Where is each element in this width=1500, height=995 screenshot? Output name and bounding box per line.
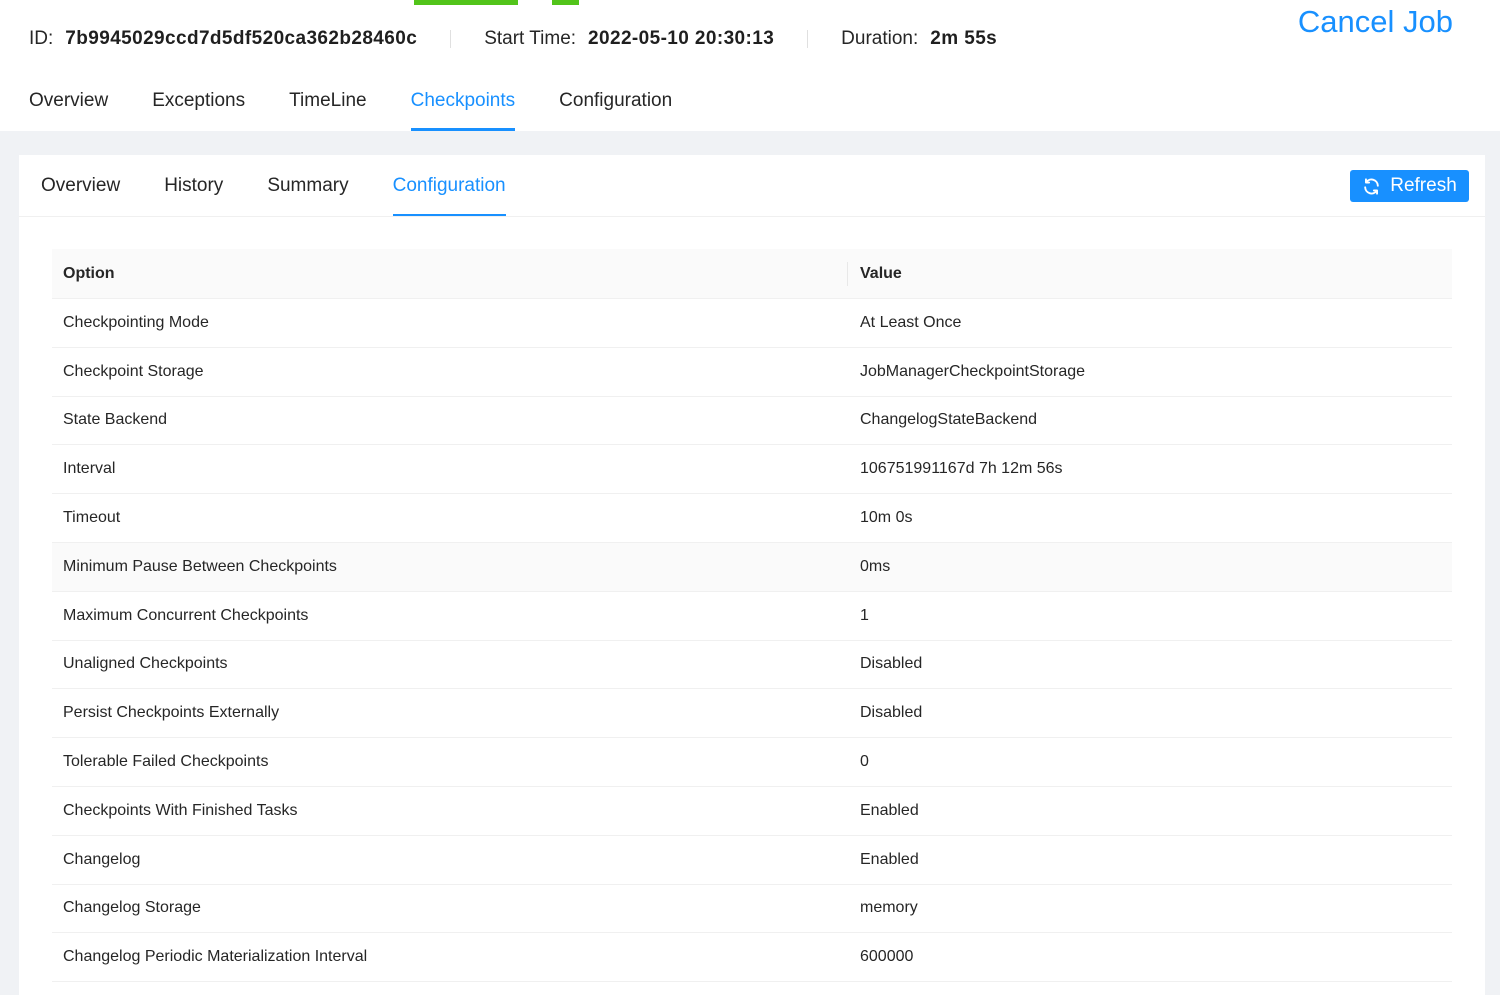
value-cell: 10m 0s bbox=[860, 509, 913, 527]
option-cell: Maximum Concurrent Checkpoints bbox=[63, 606, 309, 624]
option-cell: Changelog bbox=[63, 850, 141, 868]
value-cell: 1 bbox=[860, 606, 869, 624]
table-row: Tolerable Failed Checkpoints 0 bbox=[52, 738, 1452, 787]
start-time-label: Start Time: bbox=[484, 28, 577, 49]
job-header: ID: 7b9945029ccd7d5df520ca362b28460c Sta… bbox=[0, 0, 1500, 131]
value-cell: 106751991167d 7h 12m 56s bbox=[860, 460, 1063, 478]
option-cell: Changelog Periodic Materialization Inter… bbox=[63, 948, 368, 966]
status-indicator bbox=[414, 0, 518, 5]
divider bbox=[19, 216, 1485, 217]
subtab-history[interactable]: History bbox=[164, 155, 223, 217]
option-cell: Minimum Pause Between Checkpoints bbox=[63, 557, 337, 575]
table-header: Option Value bbox=[52, 249, 1452, 299]
table-row: Interval 106751991167d 7h 12m 56s bbox=[52, 445, 1452, 495]
tab-exceptions[interactable]: Exceptions bbox=[152, 80, 245, 131]
option-cell: Checkpointing Mode bbox=[63, 313, 209, 331]
table-row: Changelog Periodic Materialization Inter… bbox=[52, 933, 1452, 983]
value-cell: Disabled bbox=[860, 655, 923, 673]
cancel-job-link[interactable]: Cancel Job bbox=[1298, 4, 1453, 40]
tab-configuration[interactable]: Configuration bbox=[559, 80, 672, 131]
value-cell: Disabled bbox=[860, 704, 923, 722]
value-cell: 600000 bbox=[860, 948, 914, 966]
option-cell: Checkpoint Storage bbox=[63, 362, 204, 380]
table-row: Checkpoint Storage JobManagerCheckpointSt… bbox=[52, 348, 1452, 397]
value-cell: memory bbox=[860, 899, 918, 917]
subtab-overview[interactable]: Overview bbox=[41, 155, 120, 217]
divider bbox=[450, 30, 452, 48]
duration: Duration: 2m 55s bbox=[841, 28, 997, 50]
refresh-label: Refresh bbox=[1390, 175, 1457, 196]
job-meta: ID: 7b9945029ccd7d5df520ca362b28460c Sta… bbox=[29, 26, 997, 52]
value-cell: 0 bbox=[860, 753, 869, 771]
option-cell: Tolerable Failed Checkpoints bbox=[63, 753, 269, 771]
table-row: Persist Checkpoints Externally Disabled bbox=[52, 689, 1452, 739]
table-row: Changelog Storage memory bbox=[52, 885, 1452, 934]
duration-label: Duration: bbox=[841, 28, 919, 49]
value-cell: JobManagerCheckpointStorage bbox=[860, 362, 1086, 380]
option-cell: Interval bbox=[63, 460, 116, 478]
column-header-option: Option bbox=[52, 249, 848, 298]
table-body: Checkpointing Mode At Least Once Checkpoin… bbox=[52, 299, 1452, 983]
option-cell: Checkpoints With Finished Tasks bbox=[63, 801, 298, 819]
tab-timeline[interactable]: TimeLine bbox=[289, 80, 366, 131]
value-cell: Enabled bbox=[860, 850, 919, 868]
value-cell: ChangelogStateBackend bbox=[860, 411, 1038, 429]
value-cell: Enabled bbox=[860, 801, 919, 819]
config-table: Option Value Checkpointing Mode At Least … bbox=[52, 249, 1452, 983]
table-row: State Backend ChangelogStateBackend bbox=[52, 397, 1452, 446]
tab-overview[interactable]: Overview bbox=[29, 80, 108, 131]
checkpoint-sub-tabs: Overview History Summary Configuration bbox=[41, 155, 550, 217]
start-time-value: 2022-05-10 20:30:13 bbox=[588, 28, 775, 49]
table-row: Timeout 10m 0s bbox=[52, 494, 1452, 543]
option-cell: Unaligned Checkpoints bbox=[63, 655, 228, 673]
job-id-label: ID: bbox=[29, 28, 54, 49]
start-time: Start Time: 2022-05-10 20:30:13 bbox=[484, 28, 774, 50]
status-indicator bbox=[552, 0, 579, 5]
divider bbox=[807, 30, 809, 48]
table-row: Minimum Pause Between Checkpoints 0ms bbox=[52, 542, 1452, 592]
option-cell: State Backend bbox=[63, 411, 168, 429]
refresh-button[interactable]: Refresh bbox=[1350, 170, 1469, 202]
checkpoints-card: Overview History Summary Configuration R… bbox=[19, 155, 1485, 995]
subtab-configuration[interactable]: Configuration bbox=[392, 155, 506, 217]
subtab-summary[interactable]: Summary bbox=[267, 155, 348, 217]
job-id-value: 7b9945029ccd7d5df520ca362b28460c bbox=[65, 28, 418, 49]
job-tabs: Overview Exceptions TimeLine Checkpoints… bbox=[29, 80, 716, 131]
table-row: Unaligned Checkpoints Disabled bbox=[52, 641, 1452, 690]
duration-value: 2m 55s bbox=[930, 28, 998, 49]
sync-icon bbox=[1364, 177, 1380, 195]
option-cell: Persist Checkpoints Externally bbox=[63, 704, 280, 722]
table-row: Changelog Enabled bbox=[52, 836, 1452, 885]
value-cell: At Least Once bbox=[860, 313, 962, 331]
table-row: Maximum Concurrent Checkpoints 1 bbox=[52, 592, 1452, 641]
option-cell: Timeout bbox=[63, 509, 121, 527]
value-cell: 0ms bbox=[860, 557, 891, 575]
column-header-value: Value bbox=[860, 264, 902, 282]
job-id: ID: 7b9945029ccd7d5df520ca362b28460c bbox=[29, 28, 417, 50]
tab-checkpoints[interactable]: Checkpoints bbox=[410, 80, 515, 131]
option-cell: Changelog Storage bbox=[63, 899, 201, 917]
table-row: Checkpointing Mode At Least Once bbox=[52, 299, 1452, 348]
table-row: Checkpoints With Finished Tasks Enabled bbox=[52, 787, 1452, 836]
